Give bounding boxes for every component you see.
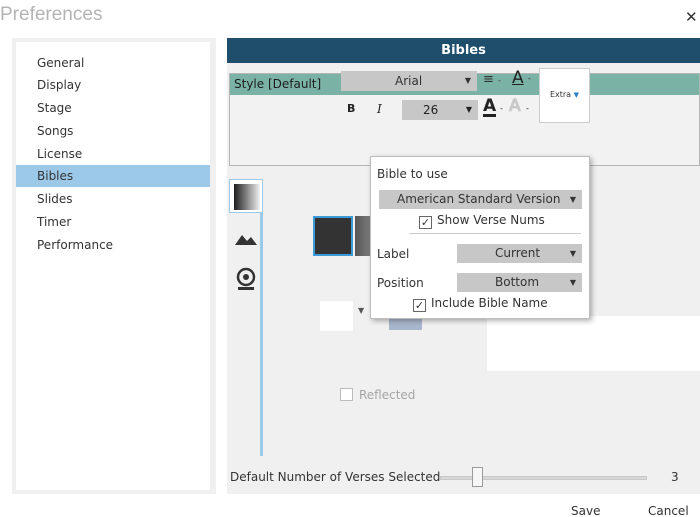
text-outline-icon[interactable]: A <box>512 68 524 88</box>
extra-button[interactable]: Extra ▼ <box>539 68 590 123</box>
sidebar-item-general[interactable]: General <box>16 52 210 74</box>
background-tabs <box>229 179 263 456</box>
chevron-down-icon: - <box>528 74 531 83</box>
chevron-down-icon: ▼ <box>465 105 472 114</box>
preferences-sidebar: General Display Stage Songs License Bibl… <box>12 38 216 494</box>
divider <box>409 233 581 234</box>
font-family-value: Arial <box>395 74 423 88</box>
show-verse-nums-checkbox[interactable]: ✓ Show Verse Nums <box>419 213 545 229</box>
chevron-down-icon: - <box>500 104 503 113</box>
preview-box <box>487 316 700 371</box>
position-field-label: Position <box>377 276 424 290</box>
chevron-down-icon: - <box>526 104 529 113</box>
check-icon: ✓ <box>419 216 432 229</box>
gradient-icon <box>234 184 260 210</box>
chevron-down-icon: ▼ <box>464 76 471 85</box>
position-select-value: Bottom <box>495 275 540 289</box>
reflected-checkbox[interactable]: Reflected <box>340 388 415 402</box>
close-icon[interactable]: ✕ <box>685 8 698 26</box>
italic-button[interactable]: I <box>377 102 382 116</box>
sidebar-list: General Display Stage Songs License Bibl… <box>16 42 210 490</box>
text-color-icon[interactable]: A <box>483 98 497 117</box>
default-verses-value: 3 <box>671 470 679 484</box>
section-header: Bibles <box>227 38 700 63</box>
label-field-label: Label <box>377 247 410 261</box>
chevron-down-icon: ▼ <box>358 306 365 315</box>
label-select[interactable]: Current ▼ <box>457 244 582 263</box>
text-align-icon[interactable]: ≡ - <box>483 72 501 87</box>
cancel-button[interactable]: Cancel <box>648 504 689 517</box>
tab-image[interactable] <box>229 221 263 255</box>
checkbox-icon <box>340 388 353 401</box>
sidebar-item-performance[interactable]: Performance <box>16 234 210 256</box>
include-bible-name-checkbox[interactable]: ✓ Include Bible Name <box>413 296 548 312</box>
sidebar-item-songs[interactable]: Songs <box>16 120 210 142</box>
save-button[interactable]: Save <box>571 504 600 517</box>
background-color-swatch[interactable] <box>313 216 353 256</box>
tab-camera[interactable] <box>229 263 263 297</box>
sidebar-item-license[interactable]: License <box>16 143 210 165</box>
webcam-icon <box>236 267 256 290</box>
chevron-down-icon: ▼ <box>569 249 576 258</box>
chevron-down-icon: ▼ <box>569 278 576 287</box>
extra-label: Extra <box>549 90 572 99</box>
font-size-select[interactable]: 26 ▼ <box>402 100 478 120</box>
include-bible-name-label: Include Bible Name <box>431 296 548 310</box>
tab-gradient[interactable] <box>229 179 263 213</box>
window-title: Preferences <box>0 4 103 25</box>
text-shadow-icon[interactable]: A <box>509 98 521 115</box>
bible-select[interactable]: American Standard Version ▼ <box>379 190 582 209</box>
default-verses-label: Default Number of Verses Selected <box>230 470 441 484</box>
label-select-value: Current <box>495 246 541 260</box>
sidebar-item-stage[interactable]: Stage <box>16 97 210 119</box>
mountain-icon <box>235 235 257 245</box>
bible-options-popup: Bible to use American Standard Version ▼… <box>370 156 590 319</box>
sidebar-item-bibles[interactable]: Bibles <box>16 165 210 187</box>
chevron-down-icon: ▼ <box>569 195 576 204</box>
chevron-down-icon: ▼ <box>573 91 580 99</box>
bible-to-use-label: Bible to use <box>377 167 448 181</box>
sidebar-item-timer[interactable]: Timer <box>16 211 210 233</box>
sidebar-item-slides[interactable]: Slides <box>16 188 210 210</box>
sidebar-item-display[interactable]: Display <box>16 74 210 96</box>
show-verse-nums-label: Show Verse Nums <box>437 213 545 227</box>
font-family-select[interactable]: Arial ▼ <box>341 71 477 91</box>
bold-button[interactable]: B <box>347 102 355 115</box>
color-picker[interactable] <box>320 301 353 331</box>
slider-thumb[interactable] <box>472 467 483 487</box>
reflected-label: Reflected <box>359 388 416 402</box>
font-size-value: 26 <box>423 103 439 117</box>
position-select[interactable]: Bottom ▼ <box>457 273 582 292</box>
check-icon: ✓ <box>413 299 426 312</box>
bible-select-value: American Standard Version <box>397 192 561 206</box>
